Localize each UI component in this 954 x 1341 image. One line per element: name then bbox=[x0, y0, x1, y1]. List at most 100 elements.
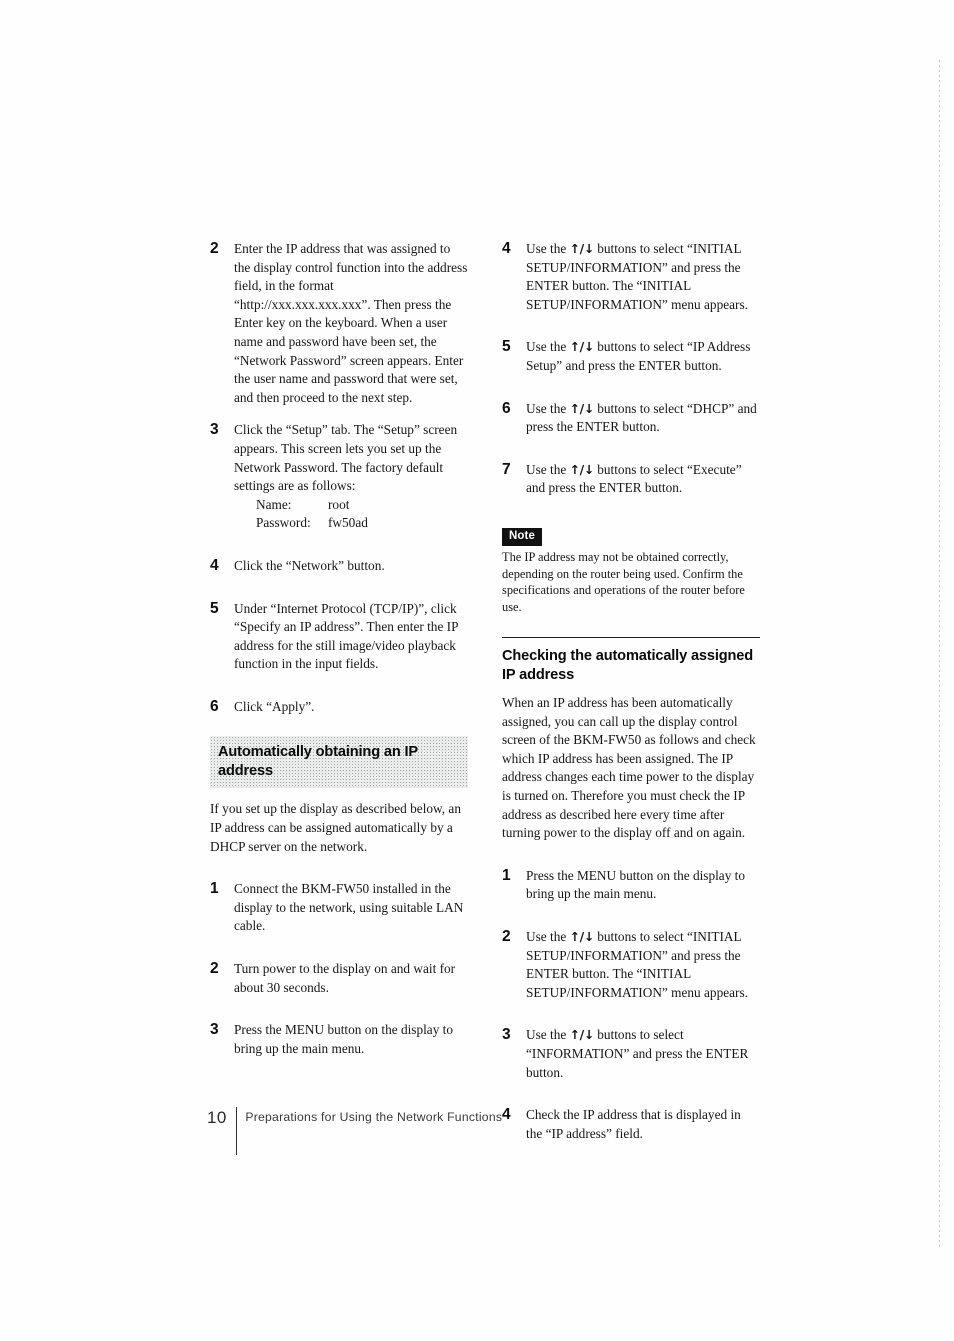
step-text: Use the ↑/↓ buttons to select “DHCP” and… bbox=[526, 400, 760, 437]
step-paragraph: Check the IP address that is displayed i… bbox=[526, 1106, 760, 1143]
note-badge: Note bbox=[502, 527, 542, 547]
step-number: 5 bbox=[502, 338, 511, 356]
step-paragraph: Click the “Network” button. bbox=[234, 557, 385, 573]
step-item: 6 Use the ↑/↓ buttons to select “DHCP” a… bbox=[502, 400, 760, 437]
up-down-arrow-icon: ↑/↓ bbox=[569, 461, 595, 477]
up-down-arrow-icon: ↑/↓ bbox=[569, 241, 595, 256]
up-down-arrow-icon: ↑/↓ bbox=[569, 1027, 595, 1043]
step-number: 3 bbox=[502, 1026, 511, 1044]
step-item: 1 Press the MENU button on the display t… bbox=[502, 867, 760, 904]
step-text-before: Use the bbox=[526, 929, 570, 944]
step-text: Use the ↑/↓ buttons to select “INFORMATI… bbox=[526, 1026, 760, 1082]
step-item: 7 Use the ↑/↓ buttons to select “Execute… bbox=[502, 461, 760, 498]
step-paragraph: Use the ↑/↓ buttons to select “IP Addres… bbox=[526, 338, 760, 375]
footer-section-title: Preparations for Using the Network Funct… bbox=[245, 1110, 503, 1124]
step-number: 1 bbox=[502, 866, 511, 884]
step-number: 5 bbox=[210, 599, 219, 617]
setting-value: fw50ad bbox=[328, 515, 368, 531]
step-text: Check the IP address that is displayed i… bbox=[526, 1106, 760, 1143]
step-item: 1 Connect the BKM-FW50 installed in the … bbox=[210, 880, 468, 936]
step-number: 6 bbox=[502, 399, 511, 417]
step-item: 2 Use the ↑/↓ buttons to select “INITIAL… bbox=[502, 928, 760, 1002]
scan-artifact-line bbox=[939, 60, 940, 1250]
left-column: 2 Enter the IP address that was assigned… bbox=[210, 240, 468, 1072]
step-text: Turn power to the display on and wait fo… bbox=[234, 960, 468, 997]
step-paragraph: Under “Internet Protocol (TCP/IP)”, clic… bbox=[234, 600, 459, 672]
section-intro-text: If you set up the display as described b… bbox=[210, 801, 461, 854]
step-item: 3 Use the ↑/↓ buttons to select “INFORMA… bbox=[502, 1026, 760, 1082]
setting-label: Password: bbox=[256, 515, 311, 531]
step-item: 5 Under “Internet Protocol (TCP/IP)”, cl… bbox=[210, 600, 468, 674]
step-text: Under “Internet Protocol (TCP/IP)”, clic… bbox=[234, 600, 468, 674]
step-text: Click the “Network” button. bbox=[234, 557, 468, 576]
step-text: Use the ↑/↓ buttons to select “Execute” … bbox=[526, 461, 760, 498]
step-text-before: Use the bbox=[526, 339, 570, 355]
step-item: 6 Click “Apply”. bbox=[210, 698, 468, 717]
step-number: 2 bbox=[210, 960, 219, 978]
step-item: 3 Press the MENU button on the display t… bbox=[210, 1021, 468, 1058]
step-paragraph: Turn power to the display on and wait fo… bbox=[234, 961, 456, 995]
page-number: 10 bbox=[207, 1108, 227, 1127]
step-text: Click the “Setup” tab. The “Setup” scree… bbox=[234, 421, 468, 533]
step-paragraph: Click the “Setup” tab. The “Setup” scree… bbox=[234, 422, 458, 494]
up-down-arrow-icon: ↑/↓ bbox=[569, 339, 595, 355]
step-number: 1 bbox=[210, 880, 219, 898]
step-number: 3 bbox=[210, 421, 219, 439]
setting-label: Name: bbox=[256, 496, 292, 512]
step-text-before: Use the bbox=[526, 400, 570, 416]
section-intro-text: When an IP address has been automaticall… bbox=[502, 695, 756, 841]
step-item: 4 Check the IP address that is displayed… bbox=[502, 1106, 760, 1143]
step-text-before: Press the MENU button on the display to … bbox=[526, 867, 746, 902]
section-heading-checking-ip: Checking the automatically assigned IP a… bbox=[502, 637, 760, 685]
note-body-text: The IP address may not be obtained corre… bbox=[502, 550, 745, 614]
step-text: Click “Apply”. bbox=[234, 698, 468, 717]
step-text: Enter the IP address that was assigned t… bbox=[234, 240, 468, 407]
step-paragraph: Use the ↑/↓ buttons to select “INITIAL S… bbox=[526, 240, 760, 314]
step-text: Use the ↑/↓ buttons to select “INITIAL S… bbox=[526, 240, 760, 314]
page-footer: 10 Preparations for Using the Network Fu… bbox=[207, 1107, 502, 1155]
step-paragraph: Use the ↑/↓ buttons to select “Execute” … bbox=[526, 461, 760, 498]
step-text: Connect the BKM-FW50 installed in the di… bbox=[234, 880, 468, 936]
step-paragraph: Press the MENU button on the display to … bbox=[234, 1022, 454, 1056]
step-item: 2 Turn power to the display on and wait … bbox=[210, 960, 468, 997]
step-text: Use the ↑/↓ buttons to select “IP Addres… bbox=[526, 338, 760, 375]
step-text: Press the MENU button on the display to … bbox=[234, 1021, 468, 1058]
setting-value: root bbox=[328, 496, 350, 512]
up-down-arrow-icon: ↑/↓ bbox=[569, 929, 595, 944]
default-settings-list: Name: root Password: fw50ad bbox=[234, 496, 468, 533]
step-text-before: Use the bbox=[526, 461, 570, 477]
step-number: 4 bbox=[210, 556, 219, 574]
step-item: 2 Enter the IP address that was assigned… bbox=[210, 240, 468, 407]
step-number: 4 bbox=[502, 240, 511, 257]
step-number: 6 bbox=[210, 697, 219, 715]
up-down-arrow-icon: ↑/↓ bbox=[569, 400, 595, 416]
step-paragraph: Use the ↑/↓ buttons to select “DHCP” and… bbox=[526, 400, 760, 437]
step-text: Press the MENU button on the display to … bbox=[526, 867, 760, 904]
note-block: Note The IP address may not be obtained … bbox=[502, 512, 760, 615]
step-number: 2 bbox=[210, 240, 219, 257]
step-number: 2 bbox=[502, 928, 511, 945]
step-text-before: Use the bbox=[526, 241, 570, 256]
section-heading-automatic-ip: Automatically obtaining an IP address bbox=[210, 736, 468, 788]
step-paragraph: Connect the BKM-FW50 installed in the di… bbox=[234, 881, 464, 934]
right-column: 4 Use the ↑/↓ buttons to select “INITIAL… bbox=[502, 240, 760, 1157]
step-number: 7 bbox=[502, 460, 511, 478]
step-text-before: Check the IP address that is displayed i… bbox=[526, 1107, 741, 1141]
step-paragraph: Use the ↑/↓ buttons to select “INITIAL S… bbox=[526, 928, 760, 1002]
step-item: 4 Use the ↑/↓ buttons to select “INITIAL… bbox=[502, 240, 760, 314]
step-text-before: Use the bbox=[526, 1027, 570, 1043]
step-number: 4 bbox=[502, 1106, 511, 1124]
document-page: 2 Enter the IP address that was assigned… bbox=[0, 0, 954, 1341]
step-paragraph: Enter the IP address that was assigned t… bbox=[234, 241, 468, 405]
default-setting-row: Name: root bbox=[256, 496, 468, 515]
